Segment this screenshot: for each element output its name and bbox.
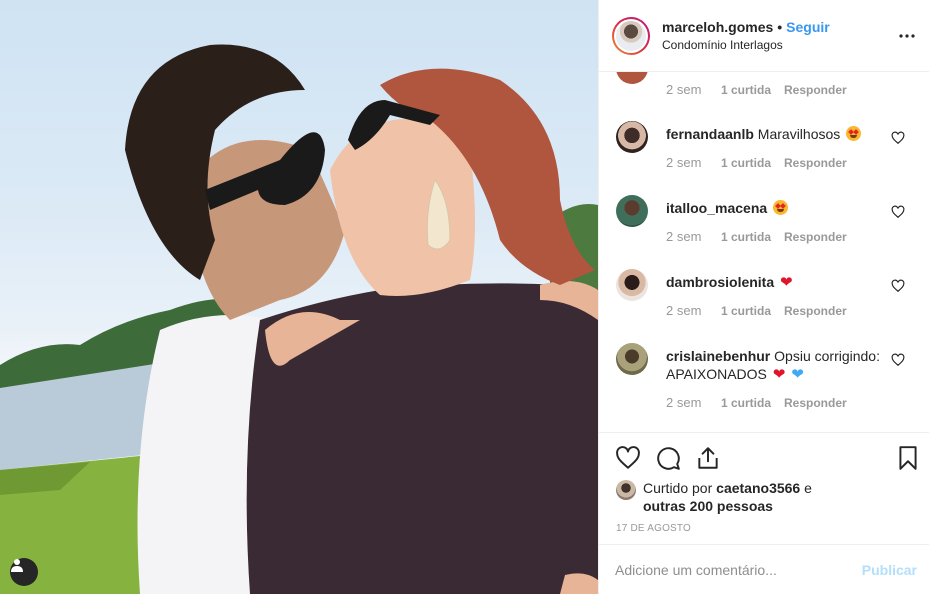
comment-text: dambrosiolenita ❤ [666, 273, 881, 292]
liked-by-text: Curtido por caetano3566 e outras 200 pes… [643, 479, 812, 515]
sparkling-heart-emoji-icon: ❤ [772, 366, 786, 383]
commenter-username[interactable]: dambrosiolenita [666, 274, 774, 290]
comment-bubble-icon[interactable] [655, 445, 681, 471]
red-heart-emoji-icon: ❤ [780, 274, 793, 291]
comment-likes-link[interactable]: 1 curtida [721, 396, 784, 410]
tagged-user-button[interactable] [10, 558, 38, 586]
more-options-button[interactable] [897, 26, 917, 46]
add-comment-bar: Publicar [599, 544, 929, 594]
comment-time: 2 sem [666, 303, 702, 318]
liked-by: Curtido por caetano3566 e outras 200 pes… [616, 479, 812, 515]
comment-item: italloo_macena 2 sem 1 curtida Responder [599, 195, 929, 269]
commenter-username[interactable]: italloo_macena [666, 200, 767, 216]
author-info: marceloh.gomes • Seguir Condomínio Inter… [662, 19, 830, 52]
comment-likes-link[interactable]: 1 curtida [721, 156, 784, 170]
comment-item: crislainebenhur Opsiu corrigindo: APAIXO… [599, 343, 929, 432]
comment-meta: 2 sem 1 curtida Responder [666, 229, 847, 244]
comment-item: fernandaanlb Maravilhosos 2 sem 1 curtid… [599, 121, 929, 195]
post-location[interactable]: Condomínio Interlagos [662, 38, 830, 52]
liked-by-connector: e [804, 480, 812, 496]
previous-commenter-avatar[interactable] [616, 72, 648, 84]
comment-text: crislainebenhur Opsiu corrigindo: APAIXO… [666, 347, 881, 384]
post-side-panel: marceloh.gomes • Seguir Condomínio Inter… [598, 0, 929, 594]
commenter-avatar[interactable] [616, 343, 648, 375]
commenter-username[interactable]: crislainebenhur [666, 348, 770, 364]
comment-meta: 2 sem 1 curtida Responder [666, 395, 847, 410]
commenter-avatar[interactable] [616, 269, 648, 301]
comment-time: 2 sem [666, 155, 702, 170]
other-likers-link[interactable]: outras 200 pessoas [643, 498, 773, 514]
commenter-avatar[interactable] [616, 121, 648, 153]
comment-time: 2 sem [666, 229, 702, 244]
comment-likes-link[interactable]: 1 curtida [721, 83, 784, 97]
comment-body: Maravilhosos [757, 126, 841, 142]
comment-likes-link[interactable]: 1 curtida [721, 304, 784, 318]
add-comment-input[interactable] [615, 561, 862, 578]
star-struck-emoji-icon [773, 200, 789, 215]
publish-button[interactable]: Publicar [862, 562, 917, 578]
liker-username[interactable]: caetano3566 [716, 480, 800, 496]
comment-likes-link[interactable]: 1 curtida [721, 230, 784, 244]
post-header: marceloh.gomes • Seguir Condomínio Inter… [599, 0, 929, 72]
save-bookmark-icon[interactable] [895, 445, 921, 471]
more-horizontal-icon [899, 34, 915, 38]
comment-like-heart-icon[interactable] [891, 279, 905, 293]
follow-button[interactable]: Seguir [786, 19, 830, 35]
comment-meta: 2 sem 1 curtida Responder [666, 155, 847, 170]
comment-text: italloo_macena [666, 199, 881, 217]
comment-like-heart-icon[interactable] [891, 131, 905, 145]
comment-like-heart-icon[interactable] [891, 205, 905, 219]
comment-reply-button[interactable]: Responder [784, 396, 847, 410]
comment-like-heart-icon[interactable] [891, 353, 905, 367]
comments-list[interactable]: 2 sem 1 curtida Responder fernandaanlb M… [599, 72, 929, 432]
separator-dot: • [777, 19, 783, 35]
like-heart-icon[interactable] [615, 445, 641, 471]
user-icon [11, 559, 23, 572]
commenter-username[interactable]: fernandaanlb [666, 126, 754, 142]
comment-reply-button[interactable]: Responder [784, 230, 847, 244]
blue-heart-emoji-icon: ❤ [791, 366, 804, 383]
star-struck-emoji-icon [846, 126, 862, 141]
liker-avatar[interactable] [616, 480, 636, 500]
author-username[interactable]: marceloh.gomes [662, 19, 773, 35]
comment-reply-button[interactable]: Responder [784, 156, 847, 170]
previous-comment-meta: 2 sem 1 curtida Responder [666, 82, 847, 97]
post-photo[interactable] [0, 0, 598, 594]
comment-time: 2 sem [666, 395, 702, 410]
liked-by-prefix: Curtido por [643, 480, 713, 496]
comment-time: 2 sem [666, 82, 702, 97]
comment-item: dambrosiolenita ❤ 2 sem 1 curtida Respon… [599, 269, 929, 343]
comment-reply-button[interactable]: Responder [784, 304, 847, 318]
post-photo-illustration [0, 44, 598, 594]
commenter-avatar[interactable] [616, 195, 648, 227]
author-avatar[interactable] [612, 16, 650, 55]
comment-meta: 2 sem 1 curtida Responder [666, 303, 847, 318]
comment-reply-button[interactable]: Responder [784, 83, 847, 97]
post-actions: Curtido por caetano3566 e outras 200 pes… [599, 432, 929, 544]
share-icon[interactable] [695, 445, 721, 471]
comment-text: fernandaanlb Maravilhosos [666, 125, 881, 143]
post-date[interactable]: 17 DE AGOSTO [616, 523, 691, 534]
